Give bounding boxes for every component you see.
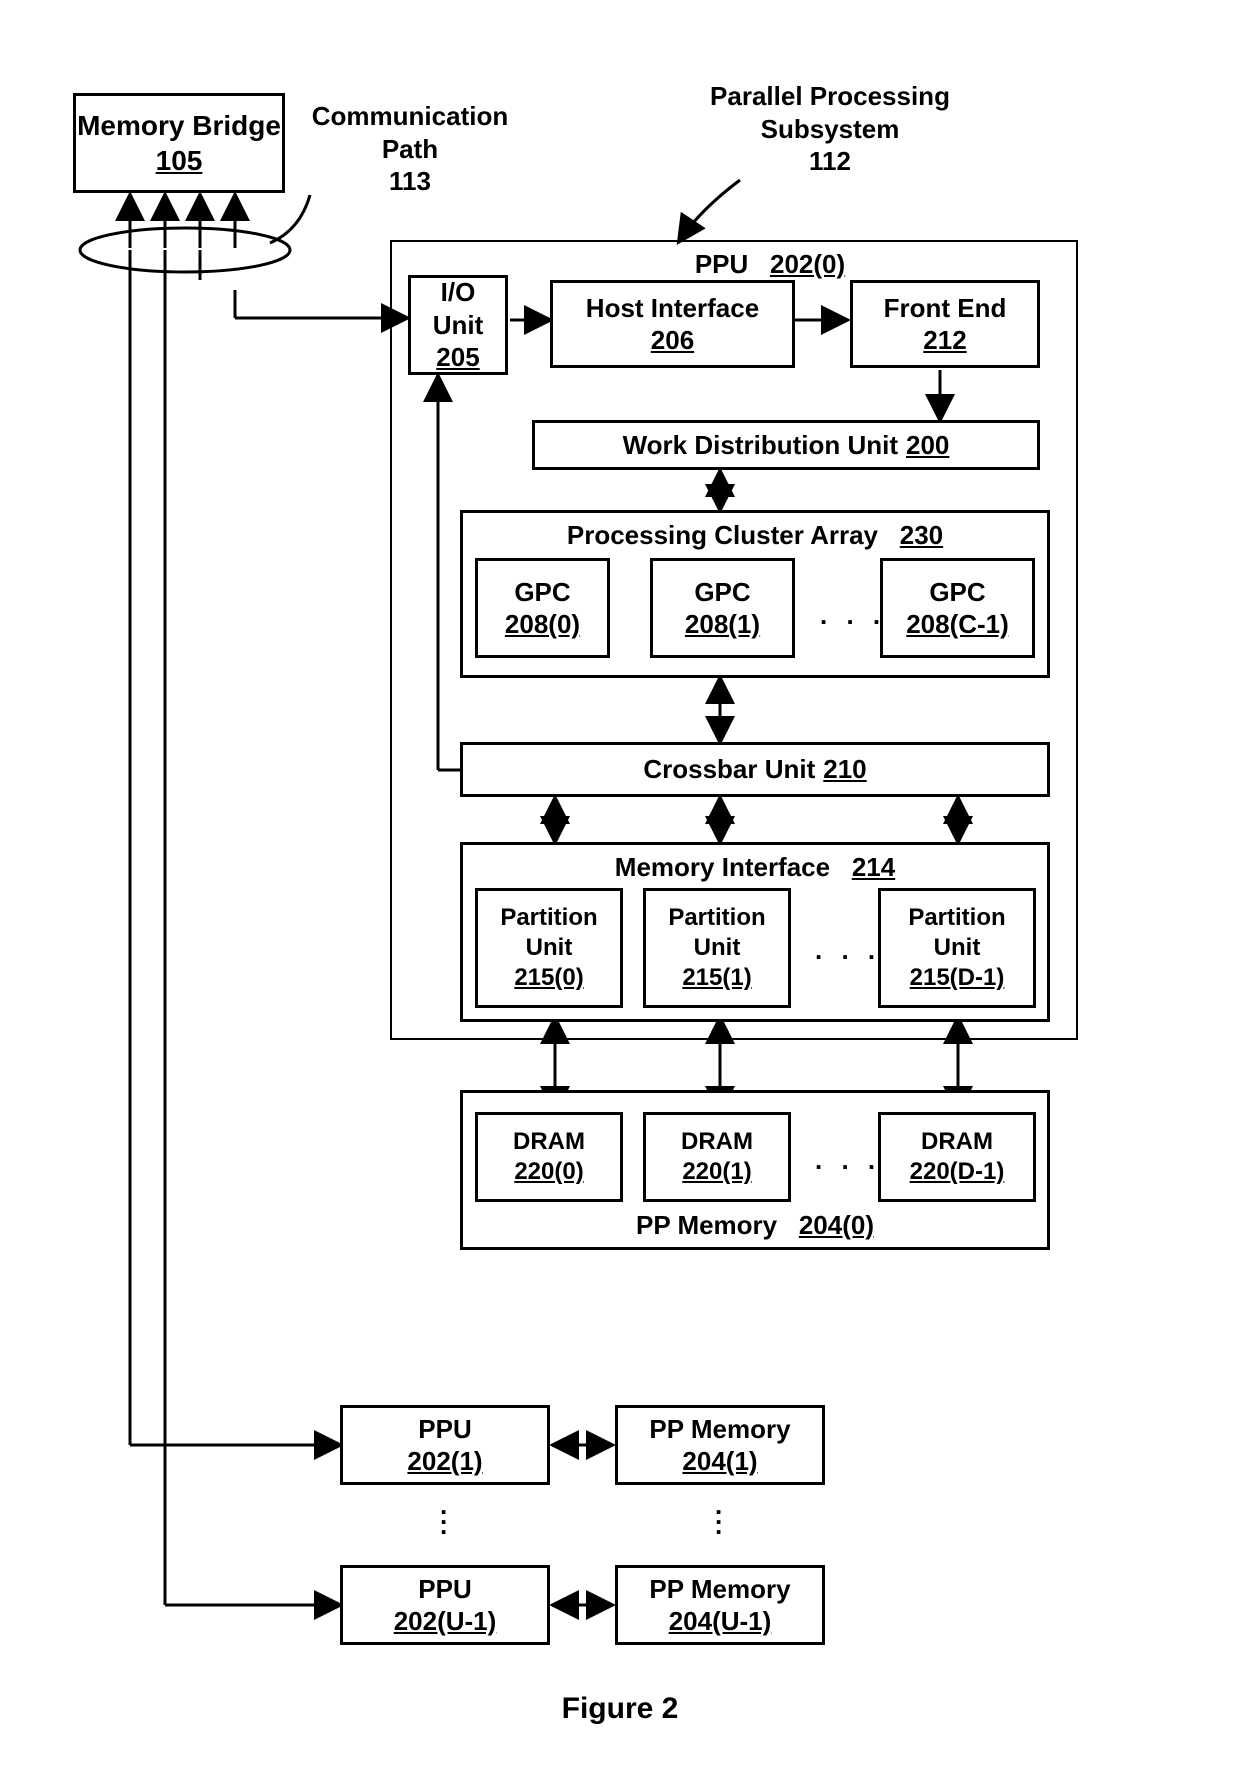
gpc0-ref: 208(0) (505, 608, 580, 641)
front-end-title: Front End (884, 292, 1007, 325)
memory-bridge-block: Memory Bridge 105 (73, 93, 285, 193)
pu0-l2: Unit (526, 933, 573, 963)
dramd-block: DRAM 220(D-1) (878, 1112, 1036, 1202)
host-if-title: Host Interface (586, 292, 759, 325)
crossbar-block: Crossbar Unit 210 (460, 742, 1050, 797)
work-dist-ref: 200 (906, 429, 949, 462)
gpcc-ref: 208(C-1) (906, 608, 1009, 641)
subsystem-l1: Parallel Processing (710, 81, 950, 111)
gpc0-block: GPC 208(0) (475, 558, 610, 658)
host-if-ref: 206 (651, 324, 694, 357)
pud-block: Partition Unit 215(D-1) (878, 888, 1036, 1008)
ppu0-ref: 202(0) (770, 249, 845, 279)
ppu0-title: PPU 202(0) (640, 248, 900, 281)
pp-mem1-title: PP Memory (649, 1413, 790, 1446)
pu1-block: Partition Unit 215(1) (643, 888, 791, 1008)
pp-memu-title: PP Memory (649, 1573, 790, 1606)
io-unit-l1: I/O (441, 276, 476, 309)
dram1-ref: 220(1) (682, 1157, 751, 1187)
pud-l2: Unit (934, 933, 981, 963)
comm-path-l2: Path (382, 134, 438, 164)
gpcc-block: GPC 208(C-1) (880, 558, 1035, 658)
pp-mem0-footer: PP Memory 204(0) (636, 1209, 874, 1242)
mem-if-title: Memory Interface (615, 852, 830, 882)
pp-mem0-title: PP Memory (636, 1210, 777, 1240)
memory-bridge-ref: 105 (156, 143, 203, 178)
io-unit-l2: Unit (433, 309, 484, 342)
gpc1-block: GPC 208(1) (650, 558, 795, 658)
gpc1-title: GPC (694, 576, 750, 609)
ppu-vdots: ... (440, 1500, 447, 1530)
pp-memu-block: PP Memory 204(U-1) (615, 1565, 825, 1645)
pu1-l2: Unit (694, 933, 741, 963)
ppu1-title: PPU (418, 1413, 471, 1446)
pu0-block: Partition Unit 215(0) (475, 888, 623, 1008)
work-dist-block: Work Distribution Unit 200 (532, 420, 1040, 470)
pu1-l1: Partition (668, 903, 765, 933)
cluster-array-ref: 230 (900, 520, 943, 550)
pp-memu-ref: 204(U-1) (669, 1605, 772, 1638)
ppuu-ref: 202(U-1) (394, 1605, 497, 1638)
work-dist-title: Work Distribution Unit (623, 429, 898, 462)
crossbar-ref: 210 (823, 753, 866, 786)
ppuu-block: PPU 202(U-1) (340, 1565, 550, 1645)
pp-mem1-ref: 204(1) (682, 1445, 757, 1478)
crossbar-title: Crossbar Unit (643, 753, 815, 786)
pp-mem0-ref: 204(0) (799, 1210, 874, 1240)
pu0-ref: 215(0) (514, 963, 583, 993)
dramd-ref: 220(D-1) (910, 1157, 1005, 1187)
subsystem-ref: 112 (809, 146, 851, 176)
ppu1-ref: 202(1) (407, 1445, 482, 1478)
comm-path-label: Communication Path 113 (300, 100, 520, 198)
memory-bridge-title: Memory Bridge (77, 108, 281, 143)
subsystem-l2: Subsystem (761, 114, 900, 144)
dram0-ref: 220(0) (514, 1157, 583, 1187)
cluster-array-header: Processing Cluster Array 230 (567, 519, 943, 552)
front-end-block: Front End 212 (850, 280, 1040, 368)
diagram-canvas: Memory Bridge 105 Communication Path 113… (0, 0, 1240, 1784)
front-end-ref: 212 (923, 324, 966, 357)
ppu1-block: PPU 202(1) (340, 1405, 550, 1485)
mem-if-header: Memory Interface 214 (615, 851, 895, 884)
dram0-block: DRAM 220(0) (475, 1112, 623, 1202)
pu1-ref: 215(1) (682, 963, 751, 993)
dramd-title: DRAM (921, 1127, 993, 1157)
pu0-l1: Partition (500, 903, 597, 933)
pud-ref: 215(D-1) (910, 963, 1005, 993)
ppu0-title-text: PPU (695, 249, 748, 279)
pu-dots: . . . (815, 935, 881, 966)
dram-dots: . . . (815, 1145, 881, 1176)
ppmem-vdots: ... (715, 1500, 722, 1530)
dram1-title: DRAM (681, 1127, 753, 1157)
io-unit-block: I/O Unit 205 (408, 275, 508, 375)
comm-path-ref: 113 (389, 166, 431, 196)
host-interface-block: Host Interface 206 (550, 280, 795, 368)
ppuu-title: PPU (418, 1573, 471, 1606)
pud-l1: Partition (908, 903, 1005, 933)
dram0-title: DRAM (513, 1127, 585, 1157)
gpc1-ref: 208(1) (685, 608, 760, 641)
figure-caption: Figure 2 (500, 1690, 740, 1728)
pp-mem1-block: PP Memory 204(1) (615, 1405, 825, 1485)
dram1-block: DRAM 220(1) (643, 1112, 791, 1202)
subsystem-label: Parallel Processing Subsystem 112 (680, 80, 980, 178)
io-unit-ref: 205 (436, 341, 479, 374)
mem-if-ref: 214 (852, 852, 895, 882)
gpc0-title: GPC (514, 576, 570, 609)
gpc-dots: . . . (820, 600, 886, 631)
gpcc-title: GPC (929, 576, 985, 609)
cluster-array-title: Processing Cluster Array (567, 520, 878, 550)
comm-path-l1: Communication (312, 101, 508, 131)
